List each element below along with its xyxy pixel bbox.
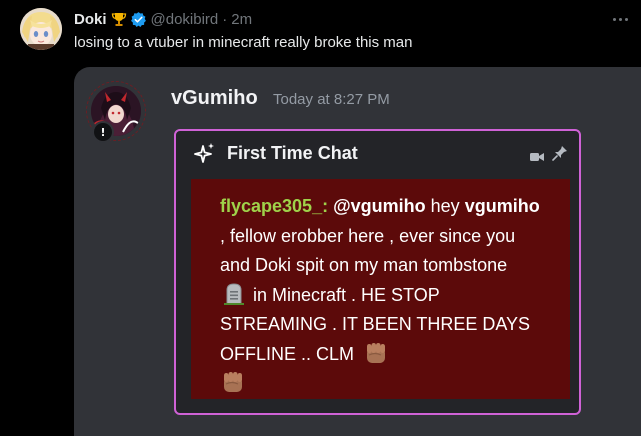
chat-text-part1: hey xyxy=(425,196,465,216)
discord-timestamp: Today at 8:27 PM xyxy=(273,91,390,108)
discord-username: vGumiho xyxy=(171,87,258,109)
chat-message: flycape305_: @vgumiho hey vgumiho , fell… xyxy=(220,192,540,399)
status-badge-icon: ! xyxy=(92,121,114,143)
raised-fist-emoji-icon xyxy=(220,369,246,395)
tweet-text: losing to a vtuber in minecraft really b… xyxy=(74,34,413,51)
chat-bold-name: vgumiho xyxy=(464,196,540,216)
sparkle-icon xyxy=(194,142,216,164)
raised-fist-emoji-icon xyxy=(363,340,389,366)
post-time[interactable]: 2m xyxy=(231,11,252,28)
verified-badge-icon[interactable] xyxy=(130,11,147,28)
camera-icon xyxy=(530,149,544,161)
embed-header: First Time Chat xyxy=(176,131,579,173)
handle[interactable]: @dokibird xyxy=(151,11,219,28)
chat-mention: @vgumiho xyxy=(333,196,426,216)
chat-text-part2: , fellow erobber here , ever since you a… xyxy=(220,225,516,276)
more-options-icon[interactable] xyxy=(609,10,631,28)
pin-icon xyxy=(552,145,568,161)
embed-title: First Time Chat xyxy=(227,143,358,163)
first-time-chat-embed: First Time Chat flycape305_: @vgumiho he… xyxy=(174,129,581,415)
chat-colon: : xyxy=(322,196,329,216)
display-name[interactable]: Doki xyxy=(74,11,107,28)
separator-dot: · xyxy=(222,10,228,28)
tweet: Doki @dokibird · 2m losing to a vtuber i… xyxy=(0,0,641,436)
tombstone-emoji-icon xyxy=(224,282,244,305)
doki-avatar[interactable] xyxy=(20,8,62,50)
trophy-icon xyxy=(111,11,127,27)
chat-username: flycape305_ xyxy=(220,196,323,216)
vgumiho-avatar: ! xyxy=(86,81,148,143)
attached-image[interactable]: ! vGumiho Today at 8:27 PM First Time Ch… xyxy=(74,67,641,436)
tweet-header: Doki @dokibird · 2m xyxy=(74,9,252,29)
chat-message-box: flycape305_: @vgumiho hey vgumiho , fell… xyxy=(191,179,570,399)
